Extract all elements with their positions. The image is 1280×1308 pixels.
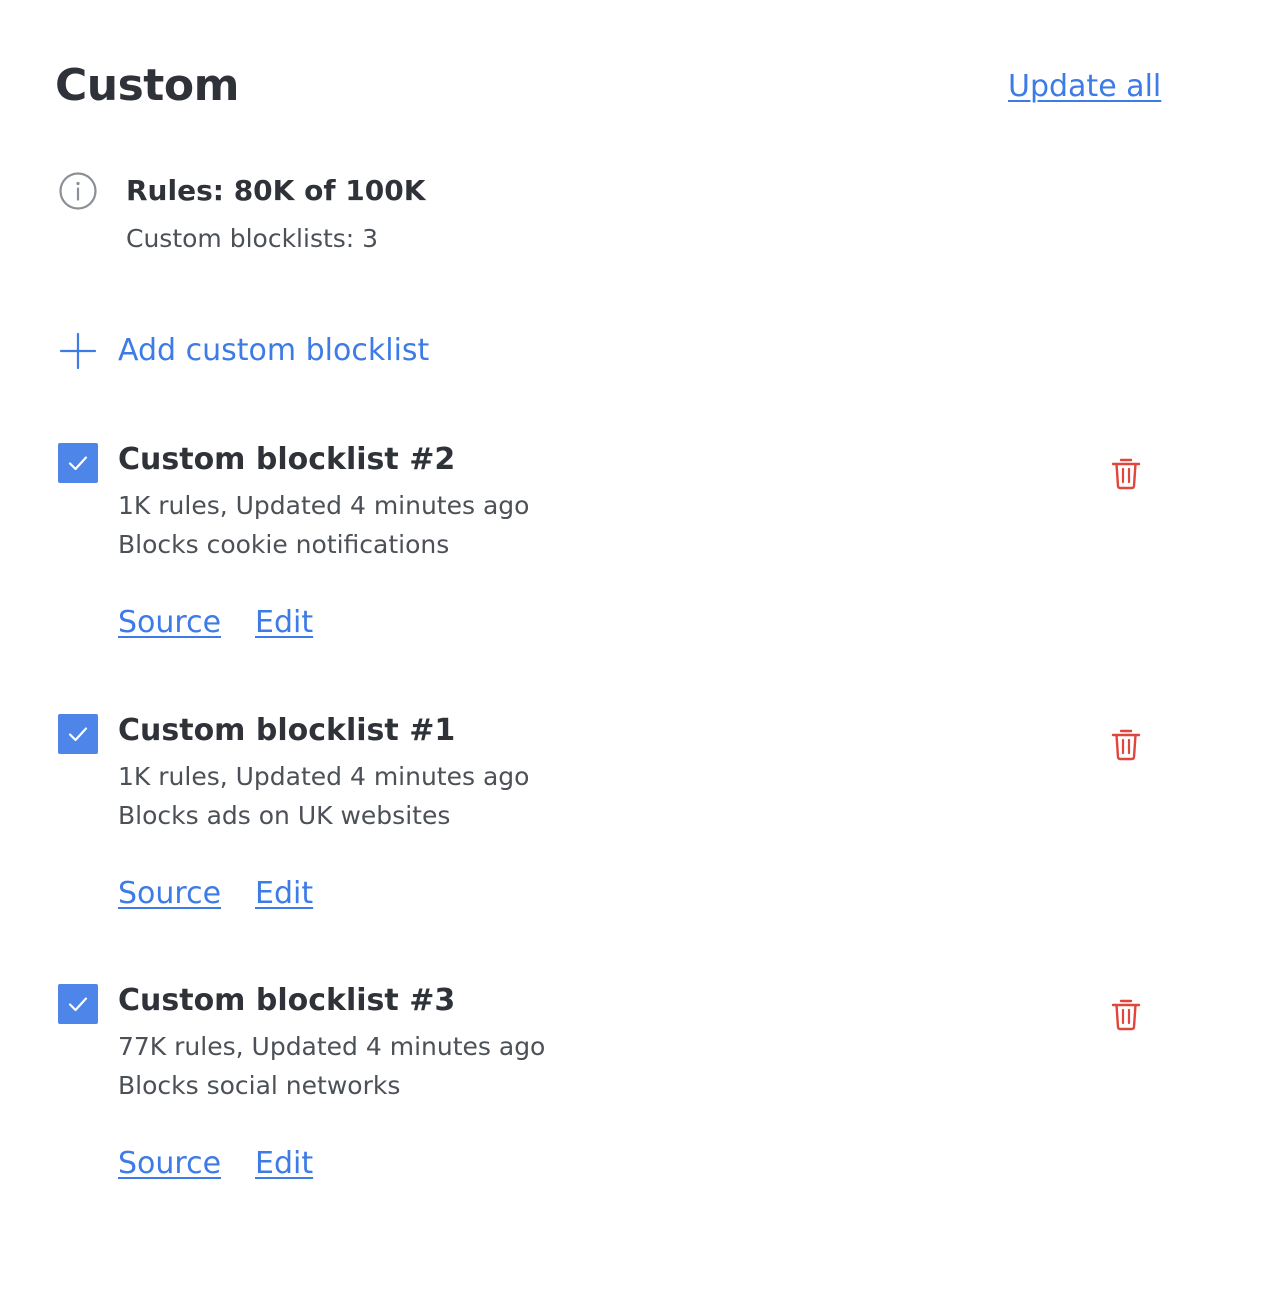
blocklist-item: Custom blocklist #2 1K rules, Updated 4 … (0, 442, 1280, 673)
blocklist-meta: 77K rules, Updated 4 minutes ago (118, 1032, 546, 1061)
source-link[interactable]: Source (118, 1144, 221, 1184)
plus-icon (59, 332, 97, 370)
source-link[interactable]: Source (118, 874, 221, 914)
blocklist-checkbox[interactable] (58, 984, 98, 1024)
blocklist-description: Blocks social networks (118, 1071, 401, 1100)
source-link[interactable]: Source (118, 603, 221, 643)
blocklist-item: Custom blocklist #3 77K rules, Updated 4… (0, 983, 1280, 1214)
edit-link[interactable]: Edit (255, 603, 313, 643)
trash-icon[interactable] (1106, 453, 1146, 493)
blocklist-title: Custom blocklist #1 (118, 713, 456, 748)
checkmark-icon (68, 727, 88, 742)
blocklist-description: Blocks ads on UK websites (118, 801, 451, 830)
blocklists-count-label: Custom blocklists: 3 (126, 224, 379, 253)
edit-link[interactable]: Edit (255, 1144, 313, 1184)
blocklist-title: Custom blocklist #2 (118, 442, 456, 477)
trash-icon[interactable] (1106, 724, 1146, 764)
blocklist-item: Custom blocklist #1 1K rules, Updated 4 … (0, 713, 1280, 944)
add-custom-blocklist-label: Add custom blocklist (118, 333, 430, 368)
checkmark-icon (68, 997, 88, 1012)
trash-icon[interactable] (1106, 994, 1146, 1034)
add-custom-blocklist-button[interactable]: Add custom blocklist (58, 330, 429, 372)
blocklist-description: Blocks cookie notifications (118, 530, 450, 559)
rules-count-title: Rules: 80K of 100K (126, 174, 426, 207)
info-icon (59, 172, 97, 210)
update-all-link[interactable]: Update all (1008, 67, 1161, 107)
blocklist-checkbox[interactable] (58, 714, 98, 754)
blocklist-title: Custom blocklist #3 (118, 983, 456, 1018)
blocklist-meta: 1K rules, Updated 4 minutes ago (118, 491, 530, 520)
blocklist-meta: 1K rules, Updated 4 minutes ago (118, 762, 530, 791)
checkmark-icon (68, 456, 88, 471)
blocklist-checkbox[interactable] (58, 443, 98, 483)
page-title: Custom (55, 60, 239, 111)
edit-link[interactable]: Edit (255, 874, 313, 914)
